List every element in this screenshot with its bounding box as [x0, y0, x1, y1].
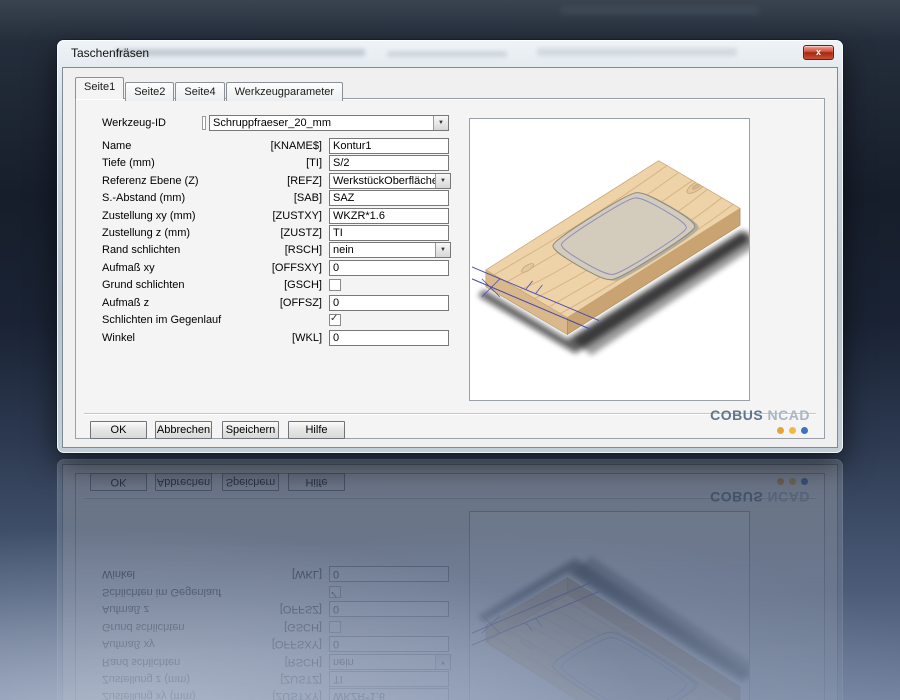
s-abstand-input[interactable] [329, 190, 449, 206]
brand-dot-amber [789, 427, 796, 434]
tiefe-input[interactable] [329, 155, 449, 171]
ok-button[interactable]: OK [90, 421, 147, 439]
rand-schlichten-select[interactable]: nein ▼ [329, 242, 451, 258]
param-code: [ZUSTXY] [272, 210, 322, 222]
glass-ghost-text [115, 49, 365, 56]
aufmass-z-input[interactable] [329, 295, 449, 311]
button-separator [84, 413, 816, 415]
param-code: [WKL] [292, 332, 322, 344]
param-code: [REFZ] [287, 175, 322, 187]
name-input[interactable] [329, 138, 449, 154]
winkel-input[interactable] [329, 330, 449, 346]
tab-seite2[interactable]: Seite2 [125, 82, 175, 101]
dialog-body: Seite1 Seite2 Seite4 Werkzeugparameter W… [62, 67, 838, 448]
param-code: [GSCH] [284, 279, 322, 291]
param-code: [SAB] [293, 192, 322, 204]
field-label: Grund schlichten [102, 279, 185, 291]
combo-tick [202, 116, 206, 130]
tab-panel-seite1: Werkzeug-ID Schruppfraeser_20_mm ▼ Name … [75, 98, 825, 439]
chevron-down-icon[interactable]: ▼ [433, 116, 448, 130]
tab-seite4[interactable]: Seite4 [175, 82, 225, 101]
aufmass-xy-input[interactable] [329, 260, 449, 276]
field-label: Schlichten im Gegenlauf [102, 314, 222, 326]
save-button[interactable]: Speichern [222, 421, 279, 439]
close-button[interactable]: x [803, 45, 834, 60]
grund-schlichten-checkbox[interactable]: ✓ [329, 279, 341, 291]
referenz-ebene-select[interactable]: WerkstückOberfläche ▼ [329, 173, 451, 189]
tabstrip: Seite1 Seite2 Seite4 Werkzeugparameter [75, 77, 344, 101]
brand-cobus: COBUS [710, 407, 764, 423]
field-label: S.-Abstand (mm) [102, 192, 186, 204]
chevron-down-icon[interactable]: ▼ [435, 174, 450, 188]
field-label: Rand schlichten [102, 244, 181, 256]
field-label: Name [102, 140, 132, 152]
preview-image [469, 118, 756, 401]
werkzeug-id-select[interactable]: Schruppfraeser_20_mm ▼ [209, 115, 449, 131]
window-title: Taschenfräsen [71, 46, 150, 60]
field-label: Werkzeug-ID [102, 117, 166, 129]
cancel-button[interactable]: Abbrechen [155, 421, 212, 439]
wood-board-render [471, 160, 756, 356]
titlebar[interactable]: Taschenfräsen x [57, 40, 843, 67]
combo-value: Schruppfraeser_20_mm [213, 117, 332, 129]
close-icon: x [815, 47, 821, 57]
chevron-down-icon[interactable]: ▼ [435, 243, 450, 257]
combo-value: WerkstückOberfläche [333, 175, 435, 187]
field-label: Tiefe (mm) [102, 157, 155, 169]
help-button[interactable]: Hilfe [288, 421, 345, 439]
param-code: [OFFSXY] [271, 262, 322, 274]
param-code: [OFFSZ] [279, 297, 322, 309]
brand-dot-orange [777, 427, 784, 434]
zustellung-z-input[interactable] [329, 225, 449, 241]
glass-ghost-text [387, 51, 507, 57]
combo-value: nein [333, 244, 354, 256]
background-smudge [560, 6, 760, 15]
field-label: Aufmaß xy [102, 262, 155, 274]
check-icon: ✓ [330, 313, 339, 324]
field-label: Referenz Ebene (Z) [102, 175, 199, 187]
tab-seite1[interactable]: Seite1 [75, 77, 125, 99]
field-label: Zustellung z (mm) [102, 227, 191, 239]
param-code: [KNAME$] [270, 140, 322, 152]
field-label: Winkel [102, 332, 136, 344]
brand-dot-blue [801, 427, 808, 434]
gegenlauf-checkbox[interactable]: ✓ [329, 314, 341, 326]
tab-werkzeugparameter[interactable]: Werkzeugparameter [225, 82, 344, 101]
param-code: [ZUSTZ] [280, 227, 322, 239]
taschenfraesen-dialog: Taschenfräsen x Seite1 Seite2 Seite4 Wer… [57, 40, 843, 453]
zustellung-xy-input[interactable] [329, 208, 449, 224]
field-label: Zustellung xy (mm) [102, 210, 196, 222]
brand-ncad: NCAD [767, 407, 810, 423]
field-label: Aufmaß z [102, 297, 150, 309]
cobus-ncad-logo: COBUS NCAD [710, 407, 810, 423]
brand-dots [777, 427, 808, 434]
param-code: [TI] [306, 157, 322, 169]
glass-ghost-text [537, 48, 737, 56]
param-code: [RSCH] [284, 244, 322, 256]
